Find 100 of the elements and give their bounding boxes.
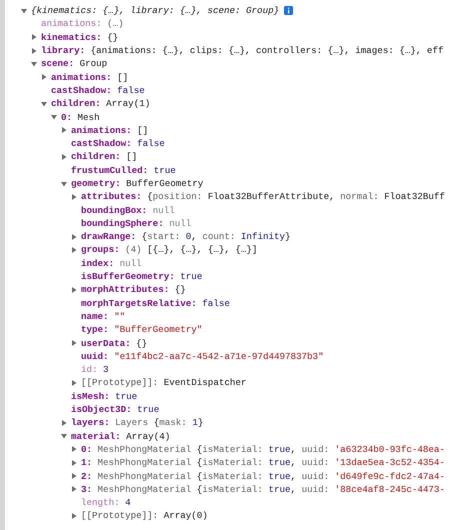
- property-value: 4: [125, 497, 131, 508]
- property-key: attributes:: [81, 191, 142, 202]
- property-key: isObject3D:: [71, 404, 132, 416]
- property-key: children:: [51, 98, 101, 110]
- property-value: true: [180, 271, 202, 282]
- property-value: "e11f4bc2-aa7c-4542-a71e-97d4497837b3": [114, 350, 324, 362]
- property-key: kinematics:: [41, 32, 102, 43]
- property-value: BufferGeometry: [126, 178, 204, 189]
- property-key: 1:: [81, 457, 92, 468]
- property-key: layers:: [71, 417, 110, 428]
- caret-icon[interactable]: [31, 48, 37, 54]
- property-value: {}: [107, 32, 118, 43]
- property-key: animations:: [51, 72, 112, 83]
- property-key: length:: [81, 497, 120, 508]
- caret-icon[interactable]: [61, 154, 67, 160]
- property-key: index:: [81, 258, 114, 269]
- property-key: name:: [81, 310, 109, 322]
- property-key: boundingBox:: [81, 204, 148, 216]
- property-value: Mesh: [78, 112, 100, 123]
- property-value: Array(0): [164, 510, 208, 522]
- property-value: Array(4): [126, 430, 170, 442]
- property-value: "BufferGeometry": [114, 324, 202, 336]
- property-value: null: [152, 204, 175, 216]
- caret-icon[interactable]: [61, 420, 67, 426]
- property-value: 3: [103, 364, 109, 376]
- property-key: animations:: [71, 124, 132, 136]
- property-key: morphTargetsRelative:: [81, 298, 197, 309]
- property-key: [[Prototype]]:: [81, 377, 158, 388]
- caret-icon[interactable]: [61, 180, 67, 186]
- property-key: uuid:: [81, 350, 109, 362]
- property-key: 0:: [81, 444, 92, 455]
- property-key: frustumCulled:: [71, 164, 148, 176]
- property-key: boundingSphere:: [81, 218, 164, 229]
- property-value: Group: [80, 58, 108, 70]
- caret-icon[interactable]: [71, 446, 77, 452]
- property-value: (…): [107, 18, 124, 30]
- caret-icon[interactable]: [41, 100, 47, 107]
- object-preview: {kinematics: {…}, library: {…}, scene: Group}: [31, 5, 280, 16]
- property-key: castShadow:: [51, 84, 112, 96]
- caret-icon[interactable]: [71, 246, 77, 253]
- caret-icon[interactable]: [21, 8, 27, 14]
- caret-icon[interactable]: [71, 473, 77, 480]
- property-value: null: [169, 218, 192, 229]
- property-value: null: [120, 258, 142, 269]
- property-key: morphAttributes:: [81, 284, 170, 296]
- info-icon[interactable]: [284, 6, 294, 16]
- property-value: {}: [174, 284, 186, 296]
- property-value: "": [114, 310, 126, 322]
- caret-icon[interactable]: [31, 34, 37, 40]
- property-key: castShadow:: [71, 138, 132, 150]
- property-key: 0:: [61, 112, 72, 123]
- property-key: 2:: [81, 470, 92, 482]
- property-value: {start: 0, count: Infinity}: [142, 231, 291, 242]
- property-value: MeshPhongMaterial {isMaterial: true, uuid: 'd649fe9c-fdc2-47a4-: [98, 470, 445, 482]
- property-key: library:: [41, 45, 86, 56]
- property-key: type:: [81, 324, 109, 336]
- property-key: isBufferGeometry:: [81, 271, 175, 282]
- property-value: []: [126, 151, 138, 162]
- property-value: MeshPhongMaterial {isMaterial: true, uuid: 'a63234b0-93fc-48ea-: [98, 444, 445, 455]
- caret-icon[interactable]: [71, 380, 77, 386]
- property-key: 3:: [81, 484, 92, 495]
- property-key: [[Prototype]]:: [81, 510, 158, 522]
- property-key: drawRange:: [81, 231, 136, 242]
- caret-icon[interactable]: [71, 286, 77, 293]
- property-value: Array(1): [106, 98, 150, 110]
- caret-icon[interactable]: [71, 194, 77, 200]
- property-key: groups:: [81, 244, 120, 256]
- property-key: isMesh:: [71, 390, 110, 402]
- property-value: EventDispatcher: [164, 377, 246, 388]
- property-value: {animations: {…}, clips: {…}, controllers: {…}, images: {…}, eff: [90, 45, 444, 56]
- property-key: children:: [71, 151, 121, 162]
- property-value: []: [137, 124, 148, 136]
- property-value: MeshPhongMaterial {isMaterial: true, uuid: '13dae5ea-3c52-4354-: [98, 457, 445, 468]
- property-value: Layers {mask: 1}: [115, 417, 204, 428]
- caret-icon[interactable]: [61, 433, 67, 440]
- property-value: true: [154, 164, 176, 176]
- caret-icon[interactable]: [71, 460, 77, 466]
- property-value: {}: [136, 338, 148, 349]
- property-key: animations:: [41, 18, 102, 30]
- caret-icon[interactable]: [31, 60, 37, 67]
- property-key: scene:: [41, 58, 74, 70]
- property-value: false: [137, 138, 165, 150]
- property-value: true: [137, 404, 160, 416]
- property-value: MeshPhongMaterial {isMaterial: true, uuid: '88ce4af8-245c-4473-: [98, 484, 445, 495]
- property-key: geometry:: [71, 178, 121, 189]
- property-key: id:: [81, 364, 98, 376]
- property-value: true: [115, 390, 138, 402]
- property-key: material:: [71, 430, 121, 442]
- caret-icon[interactable]: [71, 234, 77, 240]
- caret-icon[interactable]: [71, 340, 77, 346]
- property-value: []: [117, 72, 128, 83]
- caret-icon[interactable]: [71, 486, 77, 492]
- property-key: userData:: [81, 338, 131, 349]
- caret-icon[interactable]: [51, 114, 57, 120]
- property-value: false: [117, 84, 145, 96]
- caret-icon[interactable]: [61, 127, 67, 134]
- caret-icon[interactable]: [41, 74, 47, 80]
- property-value: false: [202, 298, 230, 309]
- property-value: {position: Float32BufferAttribute, normal: Float32Buff: [147, 191, 445, 202]
- caret-icon[interactable]: [71, 512, 77, 519]
